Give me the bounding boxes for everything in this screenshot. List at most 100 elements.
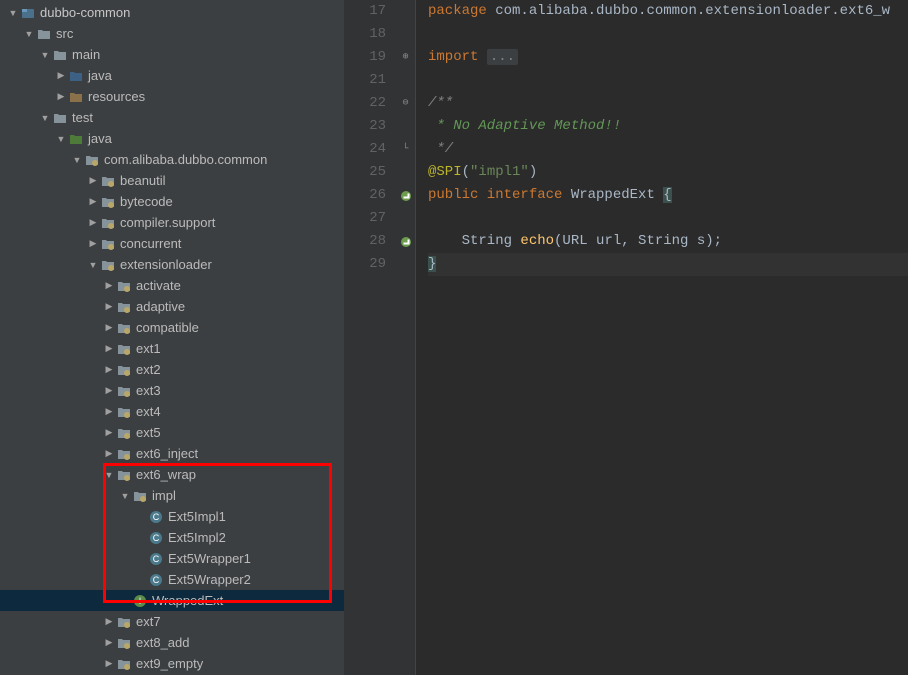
code-token: com.alibaba.dubbo.common.extensionloader… [495,3,890,19]
chevron-right-icon[interactable]: ▶ [104,448,114,459]
tree-node[interactable]: ▶CExt5Impl2 [0,527,344,548]
tree-node[interactable]: ▶CExt5Impl1 [0,506,344,527]
tree-node[interactable]: ▼src [0,23,344,44]
code-token: WrappedExt [571,187,663,203]
tree-node[interactable]: ▶ ext6_inject [0,443,344,464]
chevron-right-icon[interactable]: ▶ [88,238,98,249]
class-icon: C [149,552,163,566]
code-token: echo [520,233,554,249]
code-line[interactable]: String echo(URL url, String s); [428,230,908,253]
chevron-right-icon[interactable]: ▶ [104,658,114,669]
code-line[interactable]: } [428,253,908,276]
line-number: 25 [344,161,386,184]
chevron-down-icon[interactable]: ▼ [8,8,18,18]
line-number: 24 [344,138,386,161]
gutter-mark[interactable]: ⊖ [396,92,415,115]
fold-expand-icon[interactable]: ⊕ [402,46,408,69]
code-line[interactable]: public interface WrappedExt { [428,184,908,207]
chevron-right-icon[interactable]: ▶ [104,637,114,648]
tree-node[interactable]: ▶adaptive [0,296,344,317]
tree-node[interactable]: ▼java [0,128,344,149]
tree-node[interactable]: ▼impl [0,485,344,506]
gutter-mark [396,0,415,23]
tree-node[interactable]: ▶compatible [0,317,344,338]
chevron-right-icon[interactable]: ▶ [104,427,114,438]
tree-node[interactable]: ▶resources [0,86,344,107]
tree-node[interactable]: ▶ext8_add [0,632,344,653]
chevron-right-icon[interactable]: ▶ [104,364,114,375]
chevron-right-icon[interactable]: ▶ [104,280,114,291]
tree-node[interactable]: ▶CExt5Wrapper1 [0,548,344,569]
tree-node[interactable]: ▶ext7 [0,611,344,632]
chevron-right-icon[interactable]: ▶ [88,175,98,186]
chevron-right-icon[interactable]: ▶ [104,385,114,396]
code-area[interactable]: package com.alibaba.dubbo.common.extensi… [416,0,908,675]
fold-marks-gutter[interactable]: ⊕ ⊖ └ [396,0,416,675]
code-line[interactable]: import ... [428,46,908,69]
chevron-down-icon[interactable]: ▼ [120,491,130,501]
package-icon [117,384,131,398]
chevron-right-icon[interactable]: ▶ [56,91,66,102]
chevron-right-icon[interactable]: ▶ [104,406,114,417]
gutter-mark[interactable]: ⊕ [396,46,415,69]
tree-node[interactable]: ▶IWrappedExt [0,590,344,611]
tree-node[interactable]: ▼main [0,44,344,65]
chevron-right-icon[interactable]: ▶ [88,196,98,207]
tree-node[interactable]: ▶java [0,65,344,86]
tree-node[interactable]: ▶CExt5Wrapper2 [0,569,344,590]
tree-node[interactable]: ▶ext4 [0,401,344,422]
tree-node[interactable]: ▶ext3 [0,380,344,401]
tree-node[interactable]: ▶ext5 [0,422,344,443]
project-tree[interactable]: ▼dubbo-common▼src▼main▶java▶resources▼te… [0,0,344,674]
tree-node[interactable]: ▶ compiler.support [0,212,344,233]
code-line[interactable] [428,69,908,92]
code-line[interactable]: */ [428,138,908,161]
tree-node[interactable]: ▼com.alibaba.dubbo.common [0,149,344,170]
tree-node-label: compiler.support [120,215,215,230]
tree-node-label: Ext5Wrapper1 [168,551,251,566]
tree-node[interactable]: ▶ext1 [0,338,344,359]
code-line[interactable]: @SPI("impl1") [428,161,908,184]
chevron-right-icon[interactable]: ▶ [104,301,114,312]
chevron-down-icon[interactable]: ▼ [24,29,34,39]
svg-text:C: C [153,554,160,564]
tree-node[interactable]: ▼ext6_wrap [0,464,344,485]
tree-node[interactable]: ▶ext2 [0,359,344,380]
tree-node[interactable]: ▶concurrent [0,233,344,254]
code-editor[interactable]: 171819212223242526272829 ⊕⊖└ package com… [344,0,908,675]
chevron-right-icon[interactable]: ▶ [104,322,114,333]
gutter-mark[interactable] [396,184,415,207]
fold-collapse-icon[interactable]: ⊖ [402,92,408,115]
svg-text:C: C [153,575,160,585]
chevron-right-icon[interactable]: ▶ [104,343,114,354]
chevron-right-icon[interactable]: ▶ [88,217,98,228]
chevron-down-icon[interactable]: ▼ [72,155,82,165]
code-line[interactable]: /** [428,92,908,115]
chevron-down-icon[interactable]: ▼ [56,134,66,144]
chevron-right-icon[interactable]: ▶ [104,616,114,627]
folder-icon [53,48,67,62]
tree-node-label: ext6_inject [136,446,198,461]
tree-node[interactable]: ▶beanutil [0,170,344,191]
chevron-down-icon[interactable]: ▼ [40,113,50,123]
gutter-mark [396,253,415,276]
code-line[interactable] [428,207,908,230]
tree-node[interactable]: ▶bytecode [0,191,344,212]
gutter-mark[interactable] [396,230,415,253]
line-number: 19 [344,46,386,69]
tree-node[interactable]: ▶ext9_empty [0,653,344,674]
override-icon[interactable] [401,237,411,247]
tree-node[interactable]: ▼test [0,107,344,128]
tree-node[interactable]: ▶activate [0,275,344,296]
code-line[interactable] [428,23,908,46]
chevron-right-icon[interactable]: ▶ [56,70,66,81]
tree-node[interactable]: ▼dubbo-common [0,2,344,23]
chevron-down-icon[interactable]: ▼ [104,470,114,480]
override-icon[interactable] [401,191,411,201]
code-line[interactable]: * No Adaptive Method!! [428,115,908,138]
chevron-down-icon[interactable]: ▼ [40,50,50,60]
tree-node[interactable]: ▼extensionloader [0,254,344,275]
code-line[interactable]: package com.alibaba.dubbo.common.extensi… [428,0,908,23]
gutter-mark[interactable]: └ [396,138,415,161]
chevron-down-icon[interactable]: ▼ [88,260,98,270]
